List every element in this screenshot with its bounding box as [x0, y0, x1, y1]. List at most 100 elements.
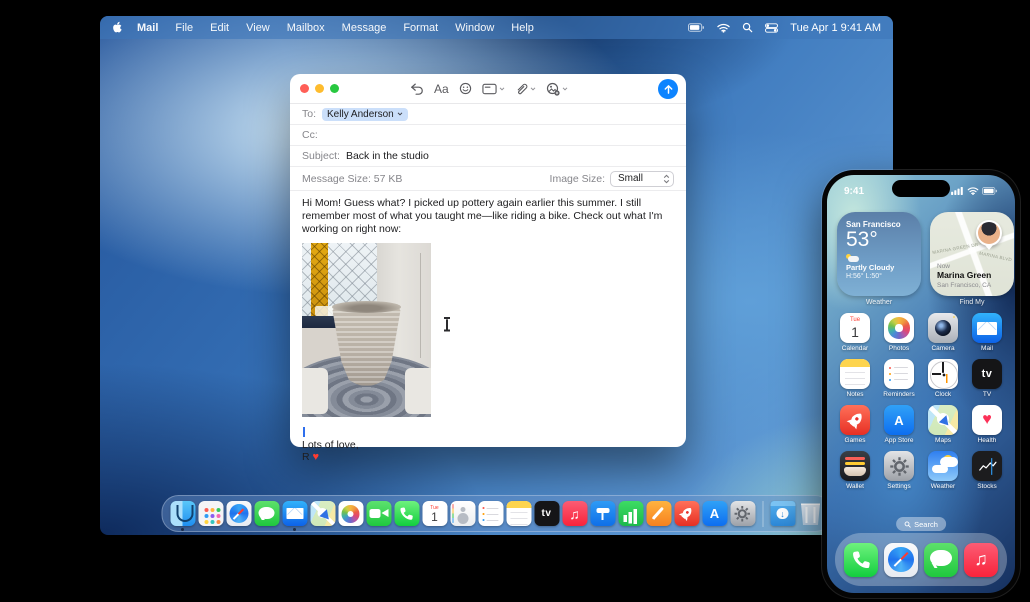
menu-view[interactable]: View: [246, 22, 270, 34]
chevron-down-icon: [397, 112, 403, 116]
app-label: Settings: [887, 483, 911, 490]
stepper-icon: [663, 174, 670, 183]
app-weather[interactable]: Weather: [923, 451, 963, 490]
dock-numbers[interactable]: [618, 501, 643, 526]
app-wallet[interactable]: Wallet: [835, 451, 875, 490]
dock-contacts[interactable]: [450, 501, 475, 526]
findmy-widget[interactable]: MARINA GREEN DR MARINA BLVD Now Marina G…: [930, 212, 1014, 296]
attach-icon[interactable]: [515, 82, 536, 95]
dock-trash[interactable]: [798, 501, 823, 526]
wifi-icon[interactable]: [717, 23, 731, 33]
media-icon[interactable]: [546, 82, 568, 96]
menu-window[interactable]: Window: [455, 22, 494, 34]
battery-icon[interactable]: [688, 23, 705, 32]
cc-field[interactable]: Cc:: [290, 125, 686, 146]
findmy-place: Marina Green: [937, 270, 992, 280]
phone-dock-phone[interactable]: [844, 542, 878, 577]
emoji-icon[interactable]: [459, 82, 472, 95]
app-stocks[interactable]: Stocks: [967, 451, 1007, 490]
dock-downloads[interactable]: [770, 501, 795, 526]
phone-dock-music[interactable]: [964, 542, 998, 577]
menu-format[interactable]: Format: [403, 22, 438, 34]
control-center-icon[interactable]: [765, 22, 779, 33]
close-button[interactable]: [300, 84, 309, 93]
spotlight-search-pill[interactable]: Search: [896, 517, 946, 531]
safari-icon: [884, 542, 918, 577]
dock-photos[interactable]: [338, 501, 363, 526]
dock-pages[interactable]: [646, 501, 671, 526]
dock-appstore[interactable]: [702, 501, 727, 526]
screenshot-stage: Mail File Edit View Mailbox Message Format Wind…: [0, 0, 1030, 602]
image-size-select[interactable]: Small: [610, 170, 674, 187]
message-body[interactable]: Hi Mom! Guess what? I picked up pottery …: [290, 191, 686, 469]
dock-keynote[interactable]: [590, 501, 615, 526]
menu-message[interactable]: Message: [342, 22, 387, 34]
dock-finder[interactable]: [170, 501, 195, 531]
app-games[interactable]: Games: [835, 405, 875, 444]
minimize-button[interactable]: [315, 84, 324, 93]
message-size: Message Size: 57 KB: [302, 172, 403, 185]
messages-icon: [254, 501, 279, 526]
dock-calendar[interactable]: Tue 1: [422, 501, 447, 526]
weather-hi-lo: H:56° L:50°: [846, 273, 882, 281]
app-tv[interactable]: tv TV: [967, 359, 1007, 398]
recipient-pill[interactable]: Kelly Anderson: [322, 107, 408, 121]
menu-mailbox[interactable]: Mailbox: [287, 22, 325, 34]
dock-facetime[interactable]: [366, 501, 391, 526]
menu-help[interactable]: Help: [511, 22, 534, 34]
dock-safari[interactable]: [226, 501, 251, 526]
app-settings[interactable]: Settings: [879, 451, 919, 490]
undo-icon[interactable]: [410, 82, 424, 95]
dock-music[interactable]: [562, 501, 587, 526]
menu-mail[interactable]: Mail: [137, 22, 158, 34]
subject-field[interactable]: Subject: Back in the studio: [290, 146, 686, 167]
photos-icon: [338, 501, 363, 526]
health-icon: [972, 405, 1002, 435]
menu-edit[interactable]: Edit: [210, 22, 229, 34]
app-notes[interactable]: Notes: [835, 359, 875, 398]
menu-clock[interactable]: Tue Apr 1 9:41 AM: [790, 22, 881, 34]
notes-icon: [840, 359, 870, 389]
dock-phone[interactable]: [394, 501, 419, 526]
settings-icon: [884, 451, 914, 481]
downloads-icon: [770, 501, 795, 526]
dock-settings[interactable]: [730, 501, 755, 526]
to-field[interactable]: To: Kelly Anderson: [290, 104, 686, 125]
app-reminders[interactable]: Reminders: [879, 359, 919, 398]
app-appstore[interactable]: App Store: [879, 405, 919, 444]
format-icon[interactable]: Aa: [434, 82, 449, 96]
send-button[interactable]: [658, 79, 678, 99]
app-health[interactable]: Health: [967, 405, 1007, 444]
dock-maps[interactable]: [310, 501, 335, 526]
app-photos[interactable]: Photos: [879, 313, 919, 352]
dock-messages[interactable]: [254, 501, 279, 526]
app-camera[interactable]: Camera: [923, 313, 963, 352]
dock-games[interactable]: [674, 501, 699, 526]
zoom-button[interactable]: [330, 84, 339, 93]
send-arrow-icon: [664, 84, 672, 94]
image-size-label: Image Size:: [549, 172, 605, 185]
safari-icon: [226, 501, 251, 526]
dock-tv[interactable]: tv: [534, 501, 559, 526]
app-label: Camera: [931, 345, 955, 352]
phone-dock-messages[interactable]: [924, 542, 958, 577]
menu-file[interactable]: File: [175, 22, 193, 34]
app-maps[interactable]: Maps: [923, 405, 963, 444]
size-row: Message Size: 57 KB Image Size: Small: [290, 167, 686, 191]
app-calendar[interactable]: Tue 1 Calendar: [835, 313, 875, 352]
dock-launchpad[interactable]: [198, 501, 223, 526]
dock-mail[interactable]: [282, 501, 307, 531]
finder-icon: [170, 501, 195, 526]
app-mail[interactable]: Mail: [967, 313, 1007, 352]
weather-widget[interactable]: San Francisco 53° Partly Cloudy H:56° L:…: [837, 212, 921, 296]
app-clock[interactable]: Clock: [923, 359, 963, 398]
stationery-icon[interactable]: [482, 83, 505, 95]
dock-reminders[interactable]: [478, 501, 503, 526]
search-icon[interactable]: [742, 22, 753, 33]
menu-bar: Mail File Edit View Mailbox Message Format Wind…: [100, 16, 893, 39]
pottery-photo[interactable]: [302, 243, 431, 417]
dock-notes[interactable]: [506, 501, 531, 526]
apple-menu[interactable]: [112, 21, 123, 34]
phone-icon: [844, 542, 878, 577]
phone-dock-safari[interactable]: [884, 542, 918, 577]
